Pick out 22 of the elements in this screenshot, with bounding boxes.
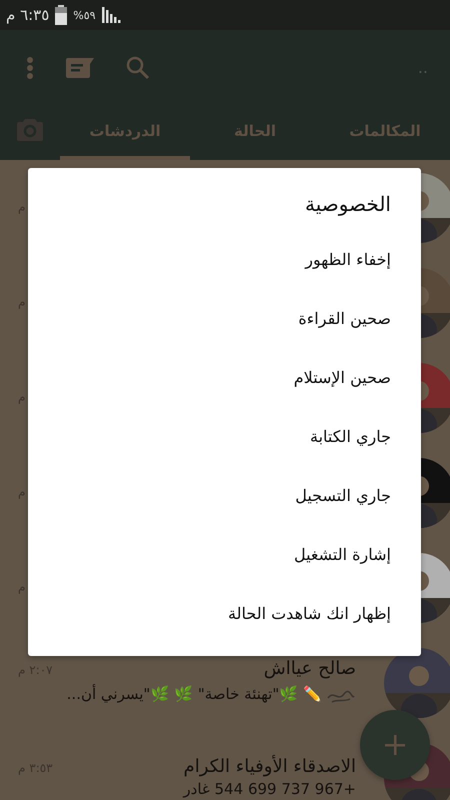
chat-message: ✏ 🌿"تهنئة خاصة" 🌿 🌿"يسرني أن...: [66, 686, 322, 704]
chat-name: الاصدقاء الأوفياء الكرام: [184, 756, 356, 778]
privacy-option[interactable]: إظهار انك شاهدت الحالة: [28, 594, 391, 653]
chat-message: +967 737 699 544 غادر: [183, 781, 356, 798]
battery-icon: [55, 5, 68, 25]
privacy-option[interactable]: صحين الإستلام: [28, 358, 391, 417]
privacy-option[interactable]: إخفاء الظهور: [28, 240, 391, 299]
plus-icon: [385, 735, 405, 755]
camera-icon[interactable]: [17, 119, 43, 141]
privacy-option[interactable]: إشارة التشغيل: [28, 535, 391, 594]
battery-percent: %٥٩: [73, 8, 96, 22]
app-title: ..: [418, 58, 428, 77]
more-options-icon[interactable]: [26, 56, 34, 78]
message-icon[interactable]: [66, 58, 94, 78]
privacy-option[interactable]: صحين القراءة: [28, 299, 391, 358]
clock-time: ٦:٣٥ م: [6, 6, 50, 24]
privacy-option[interactable]: جاري التسجيل: [28, 476, 391, 535]
chat-name: صالح عيااش: [264, 659, 356, 680]
signal-icon: [102, 7, 122, 23]
search-icon[interactable]: [126, 56, 150, 80]
dialog-title: الخصوصية: [304, 191, 391, 218]
privacy-option[interactable]: جاري الكتابة: [28, 417, 391, 476]
